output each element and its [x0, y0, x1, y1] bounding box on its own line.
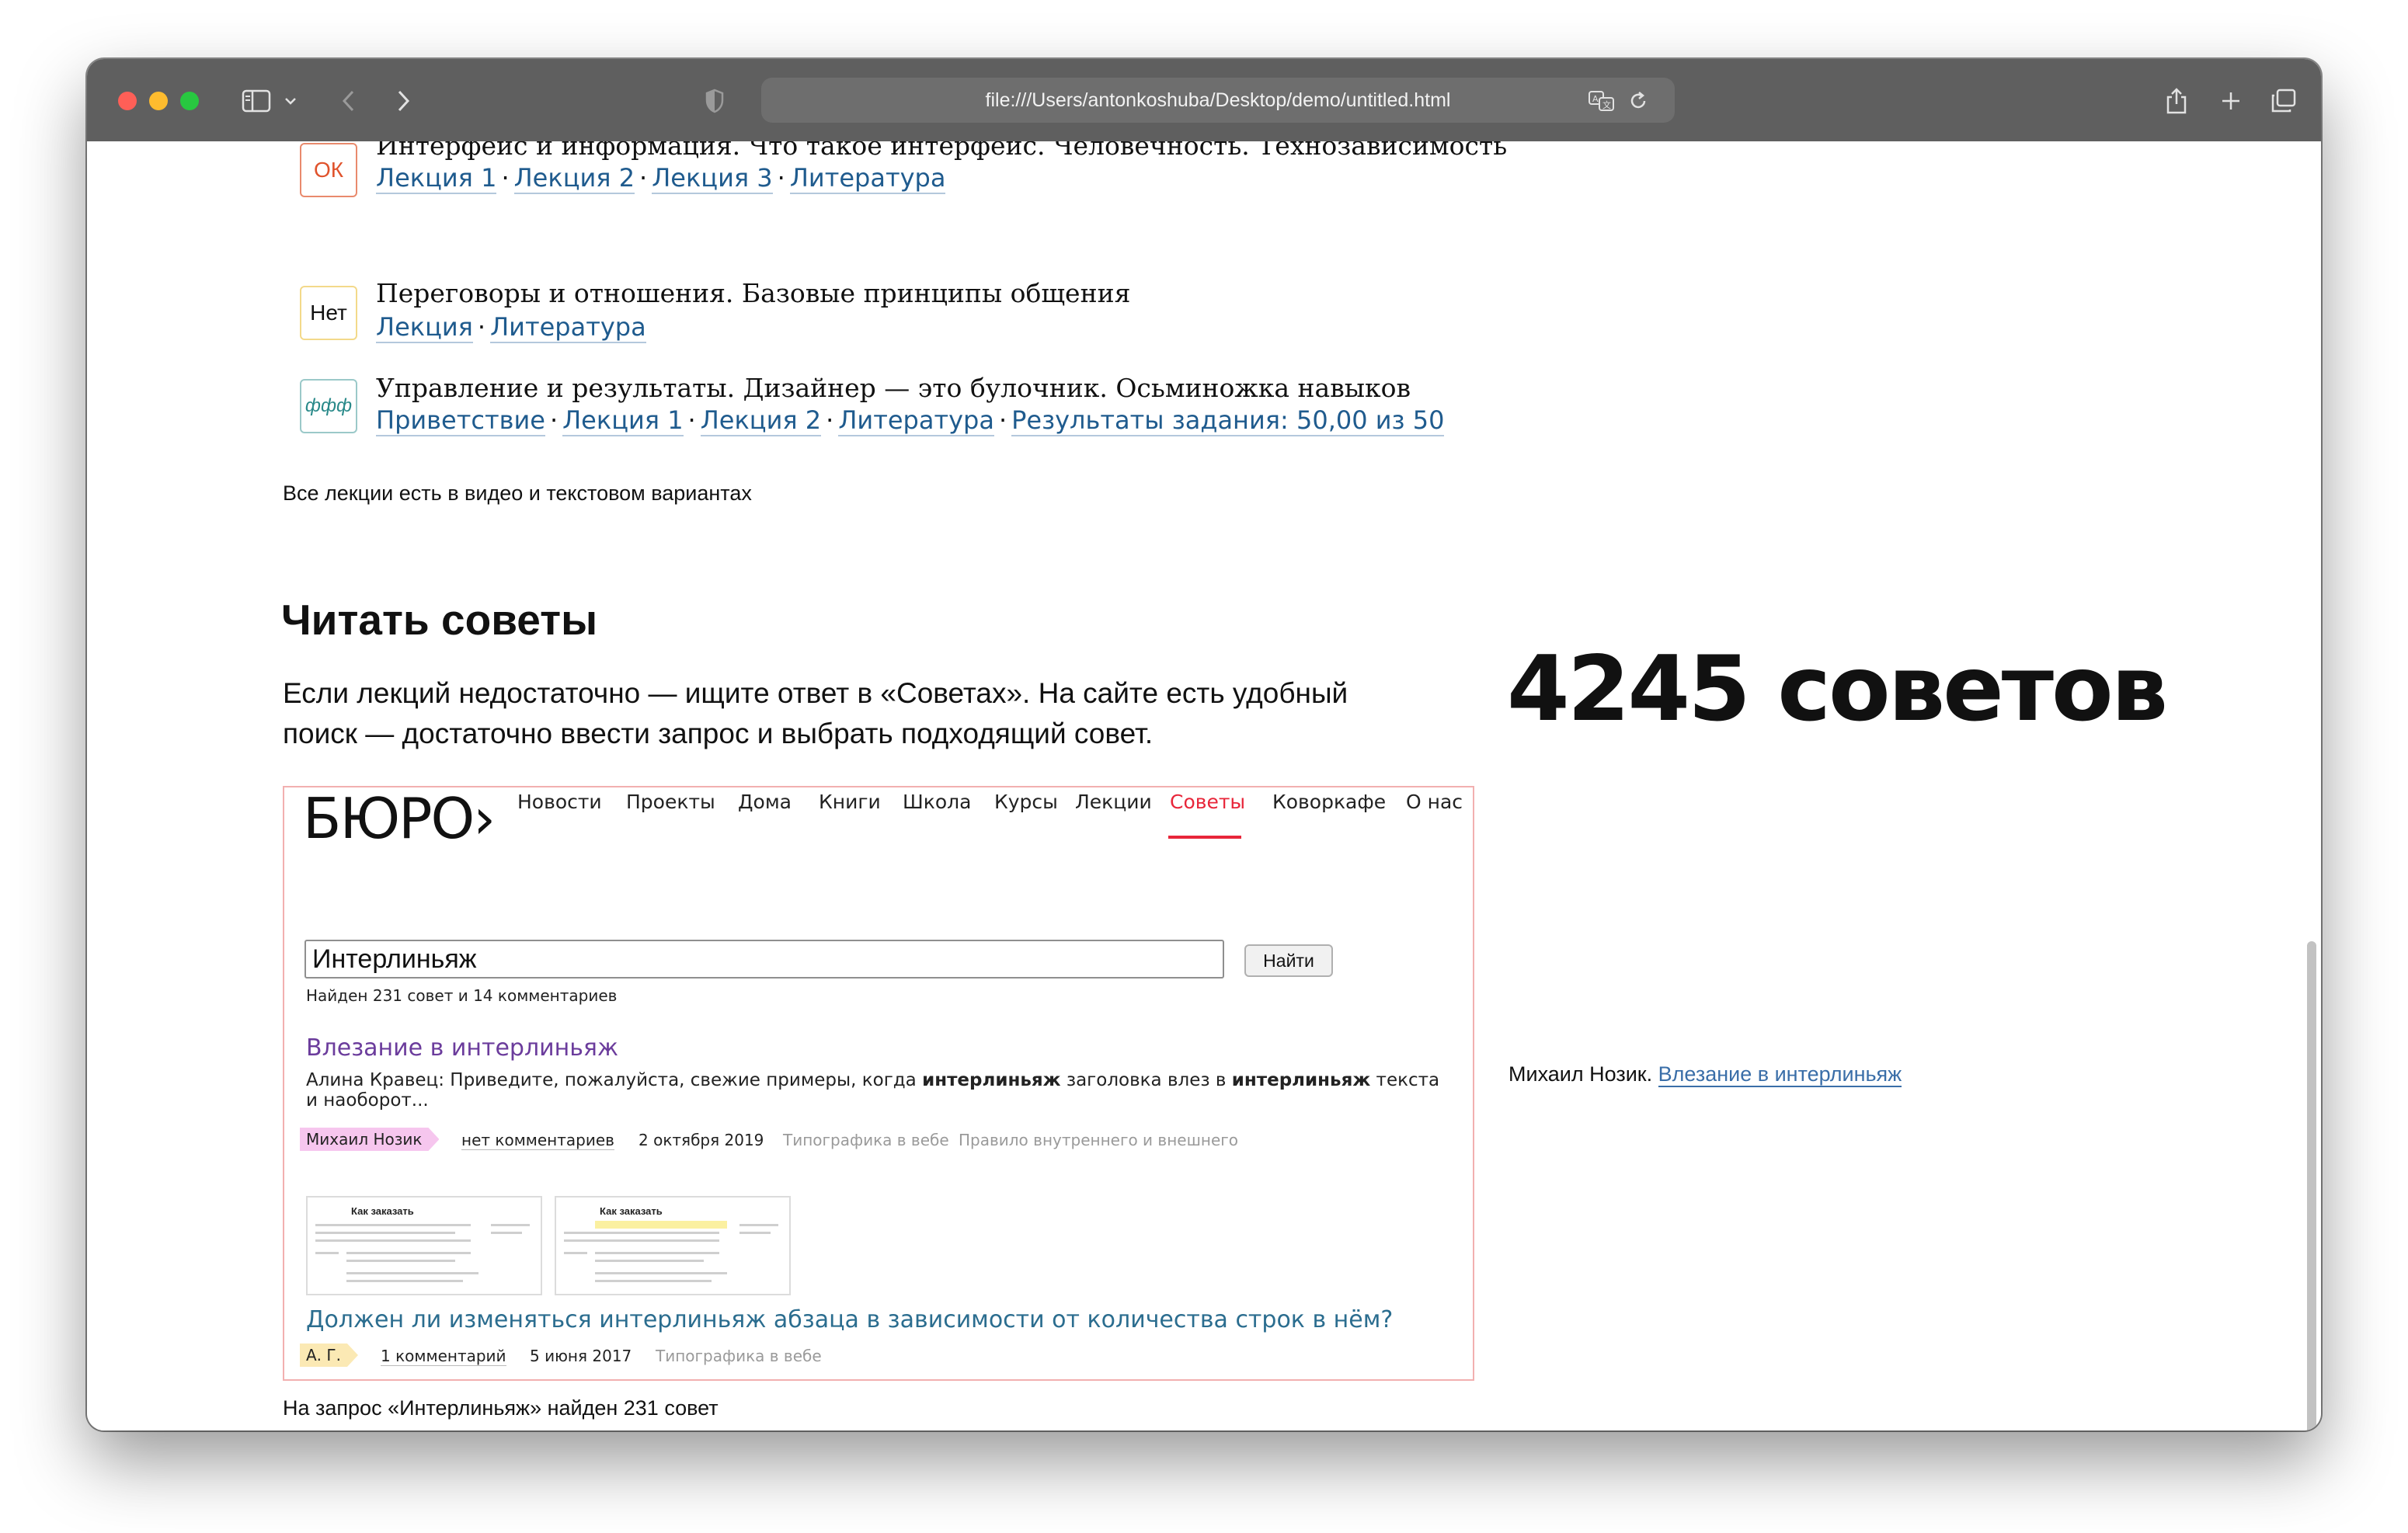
result-title-link[interactable]: Влезание в интерлиньяж — [306, 1034, 618, 1062]
back-arrow-icon[interactable] — [337, 82, 360, 120]
address-bar[interactable]: file:///Users/antonkoshuba/Desktop/demo/… — [761, 78, 1675, 123]
result-title-link[interactable]: Должен ли изменяться интерлиньяж абзаца … — [306, 1306, 1393, 1333]
vertical-scrollbar[interactable] — [2307, 941, 2316, 1430]
lectures-note: Все лекции есть в видео и текстовом вари… — [283, 481, 752, 505]
search-button[interactable]: Найти — [1244, 944, 1333, 977]
url-text[interactable]: file:///Users/antonkoshuba/Desktop/demo/… — [761, 78, 1675, 123]
tab-overview-icon[interactable] — [2268, 82, 2299, 120]
tips-paragraph: поиск — достаточно ввести запрос и выбра… — [283, 718, 1154, 749]
svg-text:文: 文 — [1602, 99, 1611, 110]
welcome-link[interactable]: Приветствие — [376, 405, 545, 436]
author-tag[interactable]: А. Г. — [300, 1344, 358, 1367]
translate-icon[interactable]: A文 — [1586, 82, 1617, 120]
nav-item-about[interactable]: О нас — [1406, 791, 1463, 813]
lecture-link[interactable]: Лекция 1 — [376, 163, 497, 194]
chevron-down-icon[interactable] — [281, 82, 300, 120]
tips-paragraph: Если лекций недостаточно — ищите ответ в… — [283, 677, 1348, 709]
lecture-status-badge: ффф — [300, 379, 357, 433]
literature-link[interactable]: Литература — [490, 312, 646, 343]
literature-link[interactable]: Литература — [789, 163, 946, 194]
nav-item-news[interactable]: Новости — [517, 791, 602, 813]
page-content: ОК Интерфейс и информация. Что такое инт… — [87, 141, 2321, 1430]
lecture-link[interactable]: Лекция 2 — [513, 163, 635, 194]
svg-text:A: A — [1592, 94, 1599, 104]
search-results-count: Найден 231 совет и 14 комментариев — [306, 986, 618, 1005]
nav-item-courses[interactable]: Курсы — [994, 791, 1058, 813]
lecture-title: Переговоры и отношения. Базовые принципы… — [376, 278, 1131, 308]
nav-item-lectures[interactable]: Лекции — [1075, 791, 1152, 813]
section-heading: Читать советы — [281, 596, 598, 644]
forward-arrow-icon[interactable] — [391, 82, 415, 120]
nav-item-books[interactable]: Книги — [819, 791, 881, 813]
lecture-status-badge: ОК — [300, 143, 357, 197]
close-window-button[interactable] — [118, 92, 137, 110]
lecture-link[interactable]: Лекция — [376, 312, 473, 343]
lecture-link[interactable]: Лекция 1 — [562, 405, 684, 436]
browser-window: file:///Users/antonkoshuba/Desktop/demo/… — [87, 59, 2321, 1430]
zoom-window-button[interactable] — [180, 92, 199, 110]
side-author: Михаил Нозик. — [1508, 1062, 1653, 1086]
bureau-logo: БЮРО› — [303, 786, 496, 851]
literature-link[interactable]: Литература — [838, 405, 994, 436]
tips-search-screenshot: БЮРО› Новости Проекты Дома Книги Школа К… — [283, 786, 1474, 1381]
topic-tag[interactable]: Типографика в вебе — [656, 1347, 822, 1365]
lecture-links: Лекция · Литература — [376, 312, 646, 343]
lecture-title: Управление и результаты. Дизайнер — это … — [376, 373, 1411, 403]
result-date: 2 октября 2019 — [639, 1131, 764, 1149]
tips-count: 4245 советов — [1507, 637, 2168, 742]
result-date: 5 июня 2017 — [530, 1347, 632, 1365]
side-tip-link[interactable]: Влезание в интерлиньяж — [1658, 1062, 1902, 1087]
privacy-shield-icon[interactable] — [701, 82, 729, 120]
preview-thumbnail[interactable]: Как заказать — [555, 1196, 791, 1295]
comments-link[interactable]: 1 комментарий — [381, 1347, 506, 1366]
assignment-results-link[interactable]: Результаты задания: 50,00 из 50 — [1011, 405, 1445, 436]
nav-item-tips[interactable]: Советы — [1170, 791, 1245, 813]
topic-tag[interactable]: Типографика в вебе — [783, 1131, 949, 1149]
active-nav-underline — [1168, 836, 1241, 839]
comments-link[interactable]: нет комментариев — [461, 1131, 614, 1150]
screenshot-caption: На запрос «Интерлиньяж» найден 231 совет — [283, 1396, 719, 1420]
nav-item-houses[interactable]: Дома — [738, 791, 792, 813]
nav-item-school[interactable]: Школа — [903, 791, 971, 813]
nav-item-coworkcafe[interactable]: Коворкафе — [1272, 791, 1386, 813]
author-tag[interactable]: Михаил Нозик — [300, 1128, 439, 1151]
lecture-links: Приветствие · Лекция 1 · Лекция 2 · Литература… — [376, 405, 1445, 436]
share-icon[interactable] — [2161, 82, 2192, 120]
minimize-window-button[interactable] — [149, 92, 168, 110]
reload-icon[interactable] — [1625, 82, 1651, 120]
lecture-link[interactable]: Лекция 3 — [652, 163, 773, 194]
preview-thumbnail[interactable]: Как заказать — [306, 1196, 542, 1295]
result-snippet-continued: и наоборот... — [306, 1090, 429, 1111]
topic-tag[interactable]: Правило внутреннего и внешнего — [959, 1131, 1238, 1149]
new-tab-plus-icon[interactable] — [2215, 82, 2246, 120]
nav-item-projects[interactable]: Проекты — [626, 791, 715, 813]
browser-toolbar: file:///Users/antonkoshuba/Desktop/demo/… — [87, 59, 2321, 141]
lecture-status-badge: Нет — [300, 286, 357, 340]
side-caption: Михаил Нозик. Влезание в интерлиньяж — [1508, 1062, 1902, 1087]
result-snippet: Алина Кравец: Приведите, пожалуйста, све… — [306, 1070, 1440, 1090]
sidebar-toggle-icon[interactable] — [239, 82, 273, 120]
lecture-title: Интерфейс и информация. Что такое интерф… — [376, 141, 1508, 161]
search-input[interactable]: Интерлиньяж — [304, 940, 1224, 979]
lecture-link[interactable]: Лекция 2 — [700, 405, 822, 436]
lecture-links: Лекция 1 · Лекция 2 · Лекция 3 · Литература — [376, 163, 946, 194]
